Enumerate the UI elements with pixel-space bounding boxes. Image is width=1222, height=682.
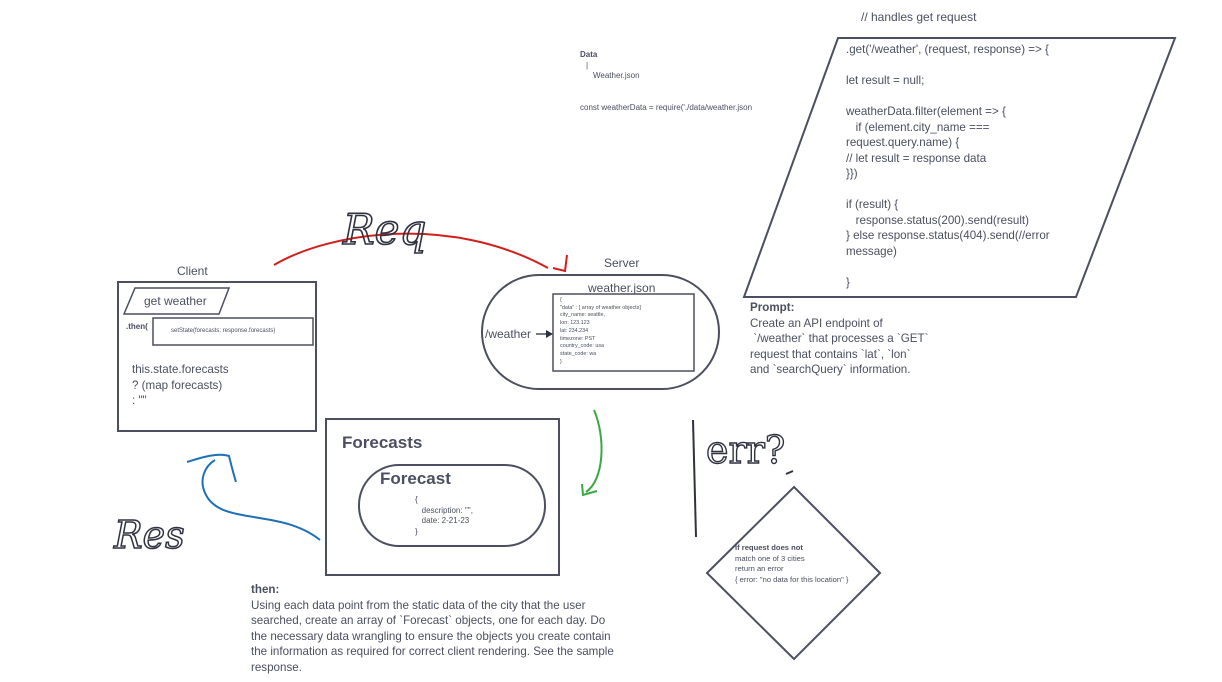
prompt-heading: Prompt:: [750, 301, 795, 314]
server-code-comment: // handles get request: [861, 10, 977, 24]
server-code-line: } else response.status(404).send(//error: [846, 229, 1050, 242]
res-arrow-head: [186, 453, 237, 483]
json-line: city_name: seattle,: [560, 312, 605, 319]
server-title: Server: [604, 256, 640, 270]
server-code-line: if (result) {: [846, 198, 899, 211]
error-heading: If request does not: [735, 543, 803, 552]
server-code-line: }: [846, 275, 850, 289]
json-line: lat: 234.234: [560, 327, 589, 334]
json-line: }: [560, 358, 562, 365]
server-code-line: response.status(200).send(result): [846, 213, 1030, 227]
then-line: Using each data point from the static da…: [251, 598, 586, 612]
server-code-line: weatherData.filter(element => {: [846, 105, 1006, 118]
err-handwriting: err?: [706, 428, 785, 472]
server-code-line: }}): [846, 167, 858, 180]
set-state-label: setState(forecasts: response.forecasts): [171, 328, 276, 334]
error-line: { error: "no data for this location" }: [735, 574, 849, 584]
req-handwriting: Req: [342, 205, 426, 254]
server-code-line: message): [846, 244, 897, 258]
forecast-line: }: [415, 526, 418, 536]
then-line: response.: [251, 660, 302, 674]
prompt-line: Create an API endpoint of: [750, 316, 883, 330]
get-weather-label: get weather: [144, 294, 207, 308]
client-render-line: ? (map forecasts): [132, 378, 223, 392]
forecast-line: {: [415, 495, 418, 504]
error-content: If request does not match one of 3 citie…: [735, 543, 848, 585]
prompt-line: request that contains `lat`, `lon`: [750, 347, 911, 361]
weather-json-content: { "data" : [ array of weather objects] c…: [560, 297, 641, 366]
json-line: country_code: usa: [560, 343, 605, 350]
forecast-line: date: 2-21-23: [415, 516, 470, 525]
json-line: timezone: PST: [560, 335, 596, 342]
server-code-line: .get('/weather', (request, response) => …: [846, 43, 1049, 56]
route-arrow-head: [546, 330, 553, 338]
client-render-line: this.state.forecasts: [132, 363, 229, 376]
json-line: "data" : [ array of weather objects]: [560, 304, 641, 311]
server-code-line: if (element.city_name ===: [846, 120, 990, 134]
data-note-code: const weatherData = require('./data/weat…: [580, 103, 753, 112]
json-line: lon: 123.123: [560, 320, 590, 327]
forecast-content: { description: '"', date: 2-21-23 }: [415, 495, 473, 537]
prompt-line: `/weather` that processes a `GET`: [750, 332, 929, 345]
server-code-line: request.query.name) {: [846, 136, 960, 149]
server-code-line: [846, 58, 1050, 74]
weather-json-title: weather.json: [588, 281, 656, 295]
then-label: .then(: [126, 322, 148, 331]
server-code-line: [846, 89, 1050, 105]
data-note-pipe: |: [586, 61, 589, 70]
data-note-file: Weather.json: [593, 71, 640, 80]
req-arrow-head: [552, 254, 568, 273]
error-line: match one of 3 cities: [735, 553, 805, 563]
server-code-line: // let result = response data: [846, 151, 987, 165]
server-code-line: [846, 259, 1050, 275]
server-code-line: [846, 182, 1050, 198]
prompt-line: and `searchQuery` information.: [750, 363, 911, 376]
forecast-line: description: '"',: [415, 505, 473, 515]
err-separator: [692, 419, 697, 538]
json-arrow: [585, 409, 603, 493]
then-line: the information as required for correct …: [251, 645, 614, 658]
then-line: the necessary data wrangling to ensure t…: [251, 629, 611, 643]
err-question-dot: [785, 470, 794, 475]
res-handwriting: Res: [113, 513, 185, 557]
data-note-heading: Data: [580, 50, 598, 59]
client-render-line: : "": [132, 394, 147, 407]
server-code-block: .get('/weather', (request, response) => …: [846, 42, 1050, 290]
error-line: return an error: [735, 564, 784, 573]
client-title: Client: [177, 264, 208, 278]
then-line: searched, create an array of `Forecast` …: [251, 614, 606, 627]
then-heading: then:: [251, 583, 280, 596]
json-line: {: [560, 297, 562, 303]
res-arrow: [201, 459, 321, 541]
then-note: then: Using each data point from the sta…: [251, 582, 614, 675]
forecasts-title: Forecasts: [342, 433, 423, 452]
forecast-title: Forecast: [380, 469, 451, 488]
route-label: /weather: [485, 327, 532, 341]
prompt-note: Prompt: Create an API endpoint of `/weat…: [750, 300, 928, 378]
server-code-line: let result = null;: [846, 74, 925, 87]
json-line: state_code: wa: [560, 350, 597, 357]
client-render-block: this.state.forecasts ? (map forecasts) :…: [132, 362, 229, 409]
